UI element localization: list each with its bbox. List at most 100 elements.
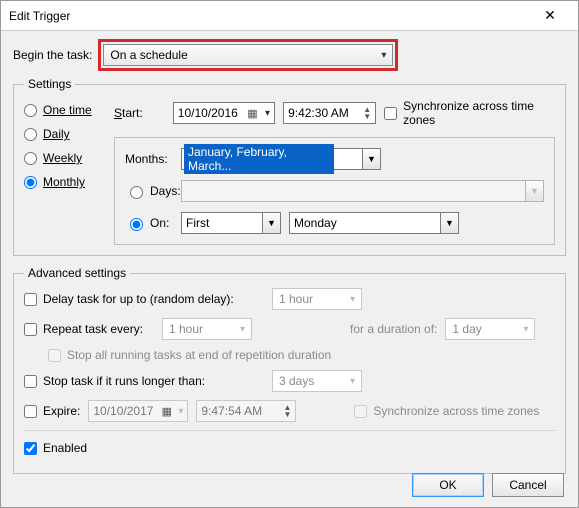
radio-weekly-label: Weekly (43, 151, 82, 165)
expire-sync-input (354, 405, 367, 418)
chevron-down-icon: ▾ (265, 108, 270, 119)
on-label: On: (150, 216, 169, 230)
radio-monthly-label: Monthly (43, 175, 85, 189)
days-radio[interactable]: Days: (125, 183, 173, 199)
stop-if-checkbox[interactable]: Stop task if it runs longer than: (24, 374, 264, 388)
sync-tz-input[interactable] (384, 107, 397, 120)
spinner-icon: ▲▼ (283, 404, 291, 418)
start-time-value: 9:42:30 AM (288, 106, 349, 120)
stop-if-dropdown: 3 days ▾ (272, 370, 362, 392)
radio-one-time[interactable]: One time (24, 103, 114, 117)
spinner-icon[interactable]: ▲▼ (363, 106, 371, 120)
radio-daily-label: Daily (43, 127, 70, 141)
repeat-checkbox[interactable]: Repeat task every: (24, 322, 154, 336)
chevron-down-icon[interactable]: ▼ (362, 149, 380, 169)
repeat-value: 1 hour (169, 322, 203, 336)
chevron-down-icon: ▼ (525, 181, 543, 201)
on-radio-input[interactable] (130, 218, 143, 231)
sync-tz-checkbox[interactable]: Synchronize across time zones (384, 99, 555, 127)
cancel-button[interactable]: Cancel (492, 473, 564, 497)
chevron-down-icon: ▾ (178, 406, 183, 417)
chevron-down-icon: ▾ (240, 324, 245, 335)
expire-checkbox[interactable]: Expire: (24, 404, 80, 418)
chevron-down-icon: ▾ (350, 376, 355, 387)
calendar-icon: ▦ (158, 405, 174, 418)
stop-if-input[interactable] (24, 375, 37, 388)
on-radio[interactable]: On: (125, 215, 173, 231)
settings-group: Settings One time Daily Weekly (13, 77, 566, 256)
start-time-picker[interactable]: 9:42:30 AM ▲▼ (283, 102, 376, 124)
titlebar: Edit Trigger ✕ (1, 1, 578, 31)
delay-value: 1 hour (279, 292, 313, 306)
chevron-down-icon: ▾ (381, 50, 386, 61)
start-label: Start: (114, 106, 165, 120)
window-title: Edit Trigger (9, 9, 530, 23)
chevron-down-icon: ▾ (350, 294, 355, 305)
begin-task-highlight: On a schedule ▾ (98, 39, 398, 71)
begin-task-label: Begin the task: (13, 48, 92, 62)
dialog-footer: OK Cancel (412, 473, 564, 497)
monthly-subgroup: Months: January, February, March... ▼ Da… (114, 137, 555, 245)
expire-sync-checkbox: Synchronize across time zones (354, 404, 539, 418)
radio-monthly-input[interactable] (24, 176, 37, 189)
start-date-value: 10/10/2016 (178, 106, 238, 120)
radio-monthly[interactable]: Monthly (24, 175, 114, 189)
sync-tz-label: Synchronize across time zones (403, 99, 555, 127)
on-day-dropdown[interactable]: Monday ▼ (289, 212, 459, 234)
expire-time-picker: 9:47:54 AM ▲▼ (196, 400, 296, 422)
radio-one-time-label: One time (43, 103, 92, 117)
advanced-legend: Advanced settings (24, 266, 130, 280)
repeat-label: Repeat task every: (43, 322, 143, 336)
stop-if-value: 3 days (279, 374, 314, 388)
expire-label: Expire: (43, 404, 80, 418)
advanced-group: Advanced settings Delay task for up to (… (13, 266, 566, 474)
radio-weekly-input[interactable] (24, 152, 37, 165)
chevron-down-icon: ▾ (523, 324, 528, 335)
settings-legend: Settings (24, 77, 75, 91)
delay-checkbox[interactable]: Delay task for up to (random delay): (24, 292, 264, 306)
expire-time-value: 9:47:54 AM (201, 404, 262, 418)
repeat-input[interactable] (24, 323, 37, 336)
delay-label: Delay task for up to (random delay): (43, 292, 234, 306)
enabled-input[interactable] (24, 442, 37, 455)
delay-dropdown: 1 hour ▾ (272, 288, 362, 310)
duration-dropdown: 1 day ▾ (445, 318, 535, 340)
months-dropdown[interactable]: January, February, March... ▼ (181, 148, 381, 170)
radio-daily[interactable]: Daily (24, 127, 114, 141)
start-date-picker[interactable]: 10/10/2016 ▦ ▾ (173, 102, 275, 124)
repeat-dropdown: 1 hour ▾ (162, 318, 252, 340)
enabled-checkbox[interactable]: Enabled (24, 441, 87, 455)
chevron-down-icon[interactable]: ▼ (440, 213, 458, 233)
close-icon: ✕ (544, 7, 556, 24)
expire-date-value: 10/10/2017 (93, 404, 153, 418)
edit-trigger-dialog: Edit Trigger ✕ Begin the task: On a sche… (0, 0, 579, 508)
chevron-down-icon[interactable]: ▼ (262, 213, 280, 233)
begin-task-value: On a schedule (110, 48, 187, 62)
cancel-label: Cancel (509, 478, 546, 492)
days-label: Days: (150, 184, 181, 198)
delay-input[interactable] (24, 293, 37, 306)
expire-input[interactable] (24, 405, 37, 418)
duration-value: 1 day (452, 322, 481, 336)
months-label: Months: (125, 152, 173, 166)
on-ordinal-value: First (186, 216, 209, 230)
expire-date-picker: 10/10/2017 ▦ ▾ (88, 400, 188, 422)
stop-all-input (48, 349, 61, 362)
begin-task-dropdown[interactable]: On a schedule ▾ (103, 44, 393, 66)
duration-label: for a duration of: (350, 322, 437, 336)
days-radio-input[interactable] (130, 186, 143, 199)
close-button[interactable]: ✕ (530, 2, 570, 30)
on-day-value: Monday (294, 216, 337, 230)
radio-weekly[interactable]: Weekly (24, 151, 114, 165)
ok-button[interactable]: OK (412, 473, 484, 497)
stop-all-checkbox: Stop all running tasks at end of repetit… (48, 348, 331, 362)
radio-one-time-input[interactable] (24, 104, 37, 117)
ok-label: OK (439, 478, 456, 492)
radio-daily-input[interactable] (24, 128, 37, 141)
on-ordinal-dropdown[interactable]: First ▼ (181, 212, 281, 234)
months-value: January, February, March... (184, 144, 334, 174)
calendar-icon: ▦ (243, 107, 259, 120)
stop-all-label: Stop all running tasks at end of repetit… (67, 348, 331, 362)
stop-if-label: Stop task if it runs longer than: (43, 374, 205, 388)
expire-sync-label: Synchronize across time zones (373, 404, 539, 418)
